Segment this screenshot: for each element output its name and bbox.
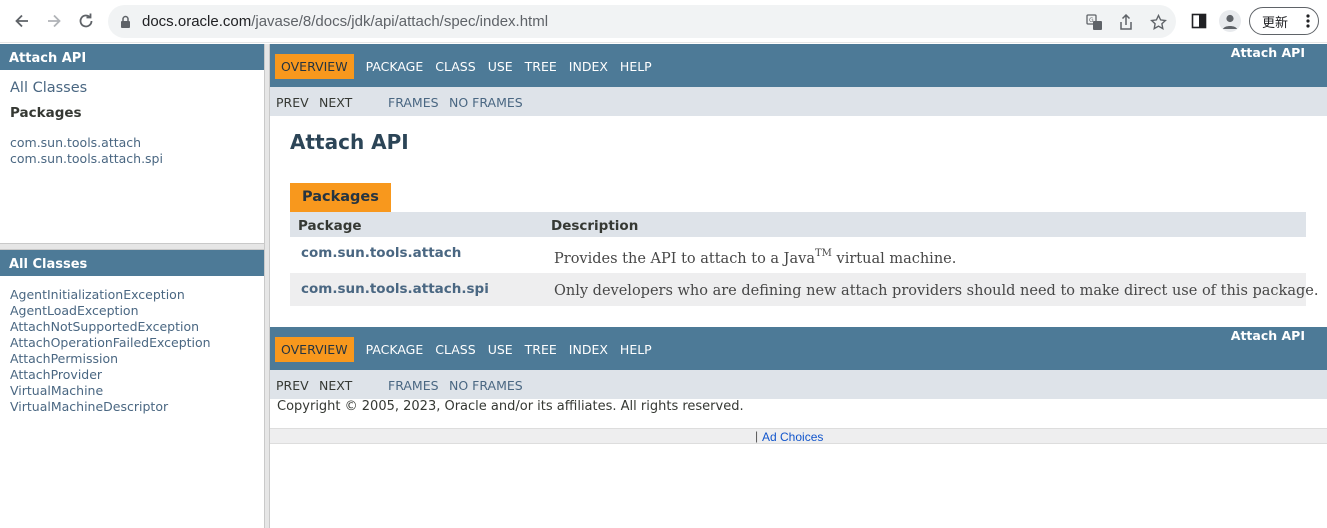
no-frames-link[interactable]: NO FRAMES	[449, 95, 523, 110]
svg-text:G: G	[1089, 17, 1094, 24]
class-link[interactable]: VirtualMachine	[10, 383, 264, 399]
sub-nav-bar: PREV NEXT FRAMES NO FRAMES	[270, 87, 1327, 116]
class-link[interactable]: AttachNotSupportedException	[10, 319, 264, 335]
about-title: Attach API	[1230, 328, 1305, 343]
table-row: com.sun.tools.attach Provides the API to…	[290, 237, 1306, 273]
nav-help[interactable]: HELP	[620, 59, 652, 74]
package-description: Provides the API to attach to a JavaTM v…	[554, 248, 957, 267]
no-frames-link[interactable]: NO FRAMES	[449, 378, 523, 393]
packages-table: Package Description com.sun.tools.attach…	[290, 212, 1318, 306]
ad-separator: |	[755, 429, 759, 443]
url-text: docs.oracle.com/javase/8/docs/jdk/api/at…	[142, 13, 549, 30]
reload-icon[interactable]	[74, 9, 98, 33]
table-row: com.sun.tools.attach.spi Only developers…	[290, 273, 1318, 306]
nav-index[interactable]: INDEX	[569, 59, 608, 74]
nav-items: OVERVIEW PACKAGE CLASS USE TREE INDEX HE…	[275, 54, 664, 79]
nav-help[interactable]: HELP	[620, 342, 652, 357]
all-classes-link[interactable]: All Classes	[10, 80, 264, 96]
nav-package[interactable]: PACKAGE	[366, 59, 424, 74]
nav-overview[interactable]: OVERVIEW	[275, 337, 354, 362]
back-icon[interactable]	[10, 9, 34, 33]
package-list-frame: Attach API All Classes Packages com.sun.…	[0, 44, 264, 243]
overview-frame: OVERVIEW PACKAGE CLASS USE TREE INDEX HE…	[270, 44, 1327, 528]
nav-use[interactable]: USE	[488, 342, 513, 357]
package-link[interactable]: com.sun.tools.attach.spi	[301, 281, 489, 297]
packages-summary: Packages Package Description com.sun.too…	[290, 183, 1318, 306]
class-link[interactable]: AttachProvider	[10, 367, 264, 383]
browser-toolbar: docs.oracle.com/javase/8/docs/jdk/api/at…	[0, 0, 1327, 43]
more-icon[interactable]	[1306, 13, 1310, 33]
nav-index[interactable]: INDEX	[569, 342, 608, 357]
share-icon[interactable]	[1116, 12, 1136, 32]
frame-header: Attach API	[0, 44, 264, 70]
update-button[interactable]: 更新	[1249, 7, 1319, 35]
forward-icon[interactable]	[42, 9, 66, 33]
copyright-text: Copyright © 2005, 2023, Oracle and/or it…	[277, 399, 744, 414]
lock-icon[interactable]	[120, 14, 131, 33]
frame-header: All Classes	[0, 250, 264, 276]
column-package: Package	[298, 218, 362, 234]
package-link[interactable]: com.sun.tools.attach.spi	[10, 151, 264, 167]
ad-choices-bar: | Ad Choices	[270, 428, 1327, 444]
bottom-nav-bar: OVERVIEW PACKAGE CLASS USE TREE INDEX HE…	[270, 327, 1327, 370]
nav-tree[interactable]: TREE	[525, 342, 557, 357]
about-title: Attach API	[1230, 45, 1305, 60]
column-description: Description	[551, 218, 639, 234]
class-link[interactable]: AttachPermission	[10, 351, 264, 367]
next-label: NEXT	[319, 378, 353, 393]
frames-link[interactable]: FRAMES	[388, 95, 439, 110]
package-list: com.sun.tools.attach com.sun.tools.attac…	[10, 135, 264, 167]
package-link[interactable]: com.sun.tools.attach	[10, 135, 264, 151]
ad-choices-link[interactable]: Ad Choices	[762, 430, 823, 444]
frames-link[interactable]: FRAMES	[388, 378, 439, 393]
address-bar[interactable]: docs.oracle.com/javase/8/docs/jdk/api/at…	[108, 5, 1176, 38]
sub-nav-bar: PREV NEXT FRAMES NO FRAMES	[270, 370, 1327, 399]
nav-package[interactable]: PACKAGE	[366, 342, 424, 357]
nav-use[interactable]: USE	[488, 59, 513, 74]
class-list-frame: All Classes AgentInitializationException…	[0, 250, 264, 528]
prev-label: PREV	[276, 95, 309, 110]
summary-caption: Packages	[290, 183, 391, 212]
sidepanel-icon[interactable]	[1188, 10, 1210, 32]
package-link[interactable]: com.sun.tools.attach	[301, 245, 461, 261]
update-label: 更新	[1262, 15, 1289, 31]
nav-overview[interactable]: OVERVIEW	[275, 54, 354, 79]
translate-icon[interactable]: G	[1084, 12, 1104, 32]
table-header: Package Description	[290, 212, 1306, 237]
class-link[interactable]: AttachOperationFailedException	[10, 335, 264, 351]
nav-items: OVERVIEW PACKAGE CLASS USE TREE INDEX HE…	[275, 337, 664, 362]
class-link[interactable]: VirtualMachineDescriptor	[10, 399, 264, 415]
nav-tree[interactable]: TREE	[525, 59, 557, 74]
package-description: Only developers who are defining new att…	[554, 283, 1319, 299]
class-link[interactable]: AgentInitializationException	[10, 287, 264, 303]
star-icon[interactable]	[1148, 12, 1168, 32]
prev-label: PREV	[276, 378, 309, 393]
next-label: NEXT	[319, 95, 353, 110]
packages-heading: Packages	[10, 105, 82, 121]
class-list: AgentInitializationException AgentLoadEx…	[10, 287, 264, 415]
nav-class[interactable]: CLASS	[435, 342, 475, 357]
frame-splitter-horizontal[interactable]	[0, 243, 264, 250]
class-link[interactable]: AgentLoadException	[10, 303, 264, 319]
nav-class[interactable]: CLASS	[435, 59, 475, 74]
profile-icon[interactable]	[1219, 10, 1241, 32]
top-nav-bar: OVERVIEW PACKAGE CLASS USE TREE INDEX HE…	[270, 44, 1327, 87]
page-title: Attach API	[290, 130, 409, 154]
